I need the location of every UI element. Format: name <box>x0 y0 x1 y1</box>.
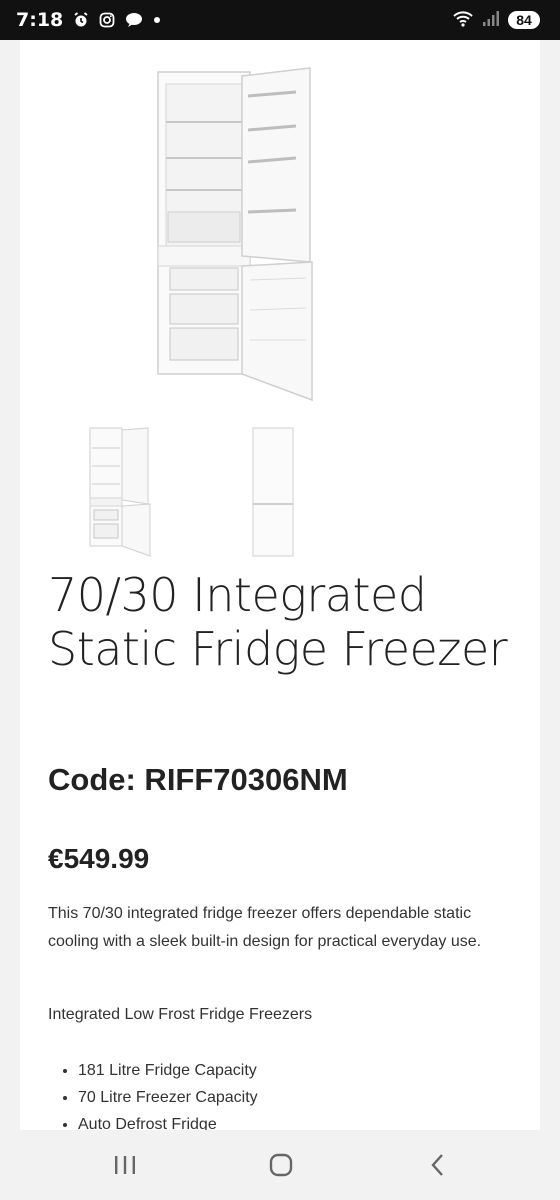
dot-icon <box>153 16 161 24</box>
product-main-image[interactable] <box>20 40 540 410</box>
back-icon[interactable] <box>418 1150 458 1180</box>
product-category: Integrated Low Frost Fridge Freezers <box>48 1006 313 1023</box>
product-thumbnail-closed[interactable] <box>250 426 296 563</box>
battery-icon: 84 <box>508 11 540 29</box>
wifi-icon <box>452 9 474 32</box>
signal-icon <box>482 9 500 32</box>
list-item: 70 Litre Freezer Capacity <box>78 1084 258 1111</box>
chat-icon <box>125 12 143 28</box>
product-code: Code: RIFF70306NM <box>48 762 348 797</box>
list-item: 181 Litre Fridge Capacity <box>78 1057 258 1084</box>
recent-apps-icon[interactable] <box>105 1150 145 1180</box>
home-icon[interactable] <box>261 1150 301 1180</box>
product-thumbnail-open[interactable] <box>88 426 154 563</box>
product-price: €549.99 <box>48 843 150 874</box>
product-page: 70/30 Integrated Static Fridge Freezer C… <box>20 40 540 1130</box>
status-time: 7:18 <box>16 9 64 31</box>
product-description: This 70/30 integrated fridge freezer off… <box>48 905 482 950</box>
list-item: Auto Defrost Fridge <box>78 1111 258 1130</box>
status-bar: 7:18 84 <box>0 0 560 40</box>
product-title: 70/30 Integrated Static Fridge Freezer <box>48 568 508 676</box>
alarm-icon <box>73 12 89 28</box>
instagram-icon <box>99 12 115 28</box>
system-nav-bar <box>0 1130 560 1200</box>
feature-list: 181 Litre Fridge Capacity 70 Litre Freez… <box>48 1057 258 1130</box>
